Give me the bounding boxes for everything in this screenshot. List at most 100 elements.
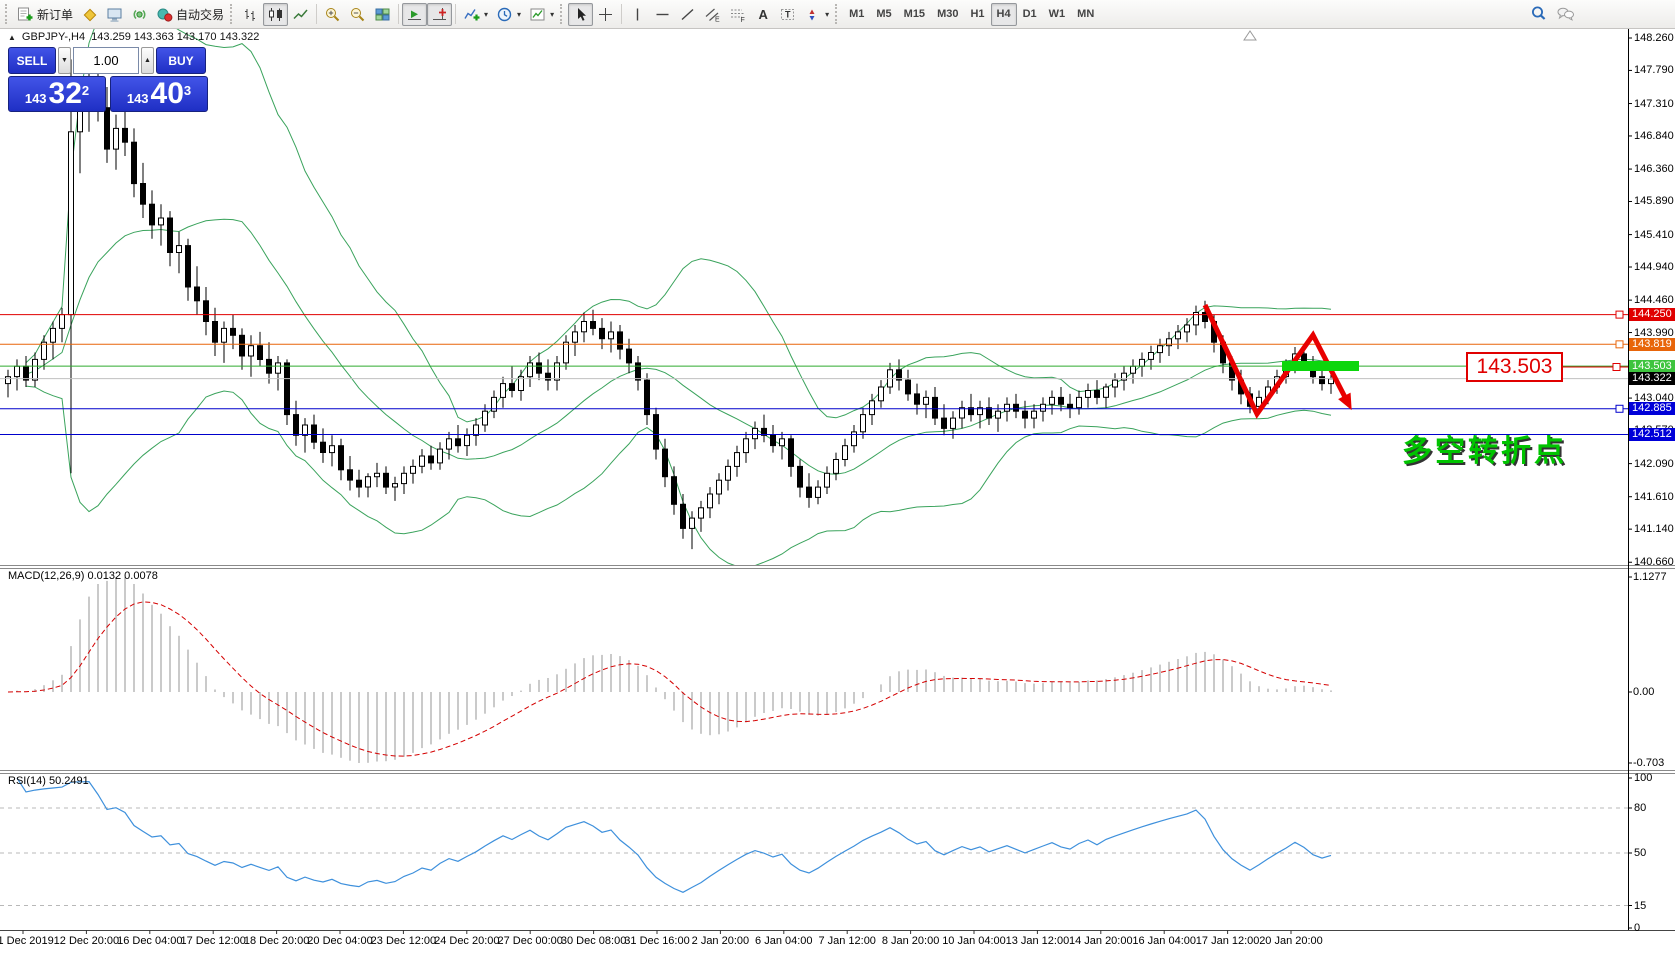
turning-point-annotation[interactable]: 多空转折点 [1402,426,1567,470]
auto-scroll-icon [408,10,422,20]
search-icon [1532,6,1546,20]
toolbar-separator [621,4,623,24]
profiles-button[interactable] [77,3,102,26]
bollinger-upper [25,29,1332,423]
terminal-button[interactable] [102,3,127,26]
bollinger-lower [25,385,1332,566]
text-label-button[interactable]: T [775,3,800,26]
price-annotation-box[interactable]: 143.503 [1466,352,1563,382]
zoom-in-button[interactable] [320,3,345,26]
cursor-button[interactable] [568,2,594,26]
trendline-button[interactable] [675,3,700,26]
rsi-indicator-label: RSI(14) 50.2491 [8,775,89,787]
toolbar-grip [835,4,839,24]
chart-shift-marker [1243,30,1257,41]
volume-up-button[interactable]: ▲ [141,47,154,74]
arrows-button[interactable]: ▾ [800,3,833,26]
rsi-line [16,777,1332,893]
buy-button[interactable]: BUY [156,47,206,74]
vertical-line-button[interactable] [625,3,650,26]
timeframe-mn-button[interactable]: MN [1071,3,1100,26]
chat-bubbles-icon [1557,7,1574,21]
toolbar-grip [230,4,234,24]
volume-input[interactable] [73,47,139,74]
zoom-out-icon [351,7,365,21]
main-price-layer [0,29,1628,566]
svg-text:A: A [759,7,769,22]
one-click-trading-panel: SELL ▼ ▲ BUY 143 32 2 143 40 3 [8,47,208,112]
line-handle [1615,310,1624,319]
buy-price-button[interactable]: 143 40 3 [110,76,208,112]
fibonacci-icon: F [731,9,745,23]
ohlc-values: 143.259 143.363 143.170 143.322 [91,31,260,43]
timeframe-m15-button[interactable]: M15 [898,3,931,26]
signals-button[interactable] [127,3,152,26]
line-handle [1615,340,1624,349]
bar-chart-icon [245,8,256,21]
timeframe-h1-button[interactable]: H1 [964,3,990,26]
timeframe-m1-button[interactable]: M1 [843,3,870,26]
sell-price-button[interactable]: 143 32 2 [8,76,106,112]
search-button[interactable] [1526,3,1552,26]
rsi-layer [0,777,1628,906]
chevron-down-icon: ▾ [517,9,522,19]
auto-trading-label: 自动交易 [176,7,225,22]
svg-text:F: F [741,17,745,23]
svg-text:T: T [785,9,791,19]
timeframe-m30-button[interactable]: M30 [931,3,964,26]
toolbar: 新订单 自动交易 ▾ ▾ ▾ E F A T ▾ M1 M5 M15 M30 H… [0,0,1675,29]
text-button[interactable]: A [750,3,775,26]
timeframe-d1-button[interactable]: D1 [1017,3,1043,26]
channel-icon: E [705,8,720,23]
bollinger-middle [25,218,1332,475]
buy-price-sup: 3 [183,82,192,98]
timeframe-h4-button[interactable]: H4 [990,2,1017,26]
indicators-button[interactable]: ▾ [459,3,492,26]
fibonacci-button[interactable]: F [725,3,750,26]
profile-icon [83,8,97,21]
community-button[interactable] [1552,3,1580,26]
green-zone-annotation[interactable] [1282,361,1359,371]
arrows-icon [809,9,815,20]
bar-chart-button[interactable] [238,3,263,26]
auto-trading-button[interactable]: 自动交易 [152,3,228,26]
toolbar-grip [5,4,9,24]
zoom-in-icon [326,7,340,21]
sell-price-big: 32 [48,77,82,110]
timeframe-w1-button[interactable]: W1 [1043,3,1072,26]
crosshair-button[interactable] [593,3,618,26]
chart-canvas[interactable] [0,0,1675,953]
horizontal-line-button[interactable] [650,3,675,26]
auto-scroll-button[interactable] [402,2,428,26]
zigzag-arrow-annotation[interactable] [1202,303,1352,419]
symbol-period-label: GBPJPY-,H4 [21,31,86,43]
macd-indicator-label: MACD(12,26,9) 0.0132 0.0078 [8,570,158,582]
candlestick-chart-icon [269,7,283,21]
terminal-icon [107,8,122,22]
templates-button[interactable]: ▾ [525,3,558,26]
equidistant-channel-button[interactable]: E [700,3,725,26]
tile-windows-button[interactable] [370,3,395,26]
cursor-icon [578,7,587,21]
sell-button[interactable]: SELL [8,47,56,74]
chevron-down-icon: ▾ [825,9,830,19]
toolbar-separator [316,4,318,24]
sell-price-prefix: 143 [24,90,47,106]
toolbar-separator [398,4,400,24]
price-box-handle [1612,363,1621,371]
zoom-out-button[interactable] [345,3,370,26]
line-handle [1615,404,1624,413]
chart-shift-icon [433,7,447,20]
candlestick-chart-button[interactable] [263,2,289,26]
macd-layer [7,577,1332,763]
volume-down-button[interactable]: ▼ [58,47,71,74]
indicators-icon [464,8,480,20]
clock-icon [497,7,512,21]
chart-shift-button[interactable] [427,2,453,26]
tile-windows-icon [375,8,390,20]
line-chart-button[interactable] [288,3,313,26]
chevron-down-icon: ▾ [550,9,555,19]
new-order-button[interactable]: 新订单 [13,3,77,26]
periods-button[interactable]: ▾ [492,3,525,26]
timeframe-m5-button[interactable]: M5 [870,3,897,26]
